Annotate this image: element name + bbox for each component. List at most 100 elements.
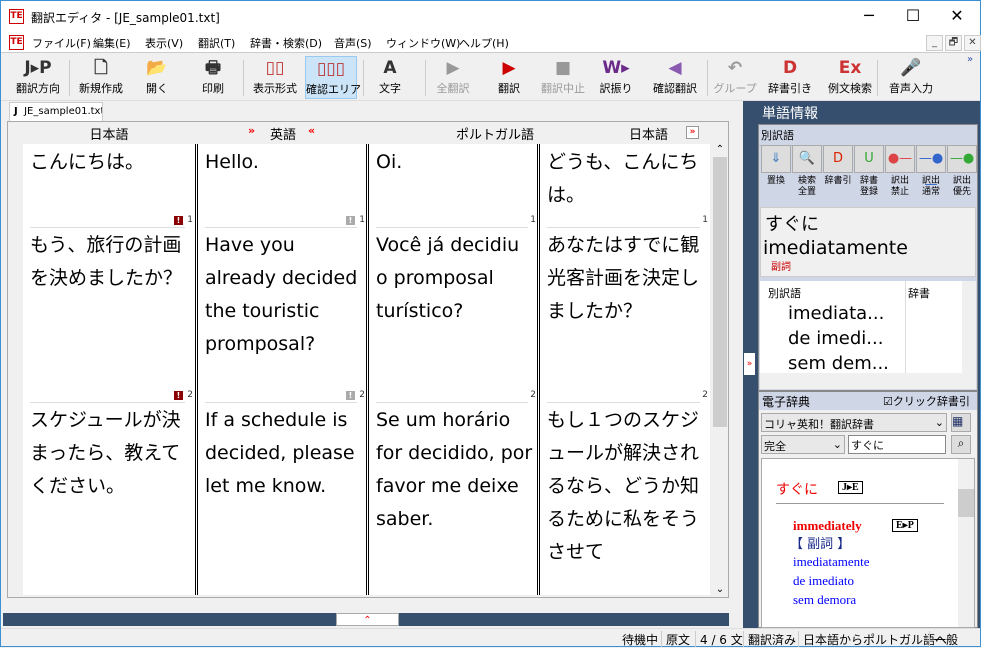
- direction-button[interactable]: J▸P 翻訳方向: [9, 56, 67, 99]
- translate-label: 翻訳: [498, 82, 520, 95]
- click-lookup-checkbox[interactable]: ☑クリック辞書引: [883, 393, 970, 409]
- mdi-restore-button[interactable]: 🗗: [945, 35, 962, 51]
- segment-cell[interactable]: If a schedule is decided, please let me …: [205, 404, 363, 503]
- example-search-button[interactable]: Ex 例文検索: [821, 56, 879, 99]
- voice-input-button[interactable]: 🎤 音声入力: [881, 56, 941, 99]
- translation-grid: 日本語 » 英語 « ポルトガル語 日本語 » こんにちは。 もう、旅行の計画を決…: [7, 121, 729, 598]
- dictionary-scrollbar[interactable]: [958, 459, 974, 627]
- warning-flag-icon[interactable]: !: [346, 391, 355, 400]
- print-icon: 🖶: [204, 58, 222, 78]
- open-button[interactable]: 📂 開く: [135, 56, 179, 99]
- segment-cell[interactable]: Você já decidiu o promposal turístico?: [376, 229, 534, 328]
- segment-cell[interactable]: もし１つのスケジュールが解決されるなら、どうか知るために私をそうさせて: [547, 404, 706, 569]
- stop-icon: ■: [554, 58, 572, 78]
- stop-label: 翻訳中止: [541, 82, 585, 95]
- alt-item[interactable]: de imedi...: [788, 328, 883, 349]
- segment-cell[interactable]: あなたはすでに観光客計画を決定しましたか？: [547, 229, 706, 328]
- menu-view[interactable]: 表示(V): [145, 35, 183, 51]
- new-button[interactable]: 🗋 新規作成: [73, 56, 129, 99]
- word-info-pane: 別訳語 ⇓ 置換 🔍 検索 全置 D 辞書引 U 辞書 登録 ●— 訳出 禁止 —●— 訳出 通常 —●…: [758, 124, 978, 391]
- alt-item[interactable]: imediata...: [788, 303, 884, 324]
- close-button[interactable]: ✕: [937, 5, 977, 29]
- column-divider[interactable]: [537, 144, 540, 595]
- word-dictionary-lookup-button[interactable]: D 辞書引: [823, 145, 853, 187]
- alt-vscroll[interactable]: [962, 281, 976, 373]
- font-button[interactable]: A 文字: [367, 56, 413, 99]
- menu-file[interactable]: ファイル(F): [32, 35, 91, 51]
- minimize-button[interactable]: ─: [849, 5, 889, 29]
- example-search-label: 例文検索: [828, 82, 872, 95]
- word-suppress-button[interactable]: ●— 訳出 禁止: [885, 145, 915, 198]
- expand-up-icon[interactable]: ⌃: [336, 613, 399, 626]
- view-format-button[interactable]: ▯▯ 表示形式: [249, 56, 301, 99]
- word-dictionary-register-button[interactable]: U 辞書 登録: [854, 145, 884, 198]
- furigana-icon: W▸: [602, 58, 630, 78]
- replace-icon: ⇓: [761, 145, 791, 173]
- binoculars-search-icon[interactable]: ⌕: [951, 435, 971, 454]
- group-label: グループ: [713, 82, 757, 95]
- alt-item[interactable]: sem dem...: [788, 353, 889, 373]
- column-header-portuguese: ポルトガル語: [455, 128, 534, 143]
- segment-cell[interactable]: こんにちは。: [30, 146, 191, 179]
- error-flag-icon[interactable]: !: [174, 216, 183, 225]
- match-mode-select[interactable]: 完全 ⌄: [761, 435, 845, 454]
- toolbar-overflow-button[interactable]: »: [967, 54, 973, 65]
- dictionary-select[interactable]: コリャ英和！翻訳辞書 ⌄: [761, 413, 947, 432]
- side-panel-splitter[interactable]: »: [743, 101, 756, 628]
- collapse-side-icon[interactable]: »: [744, 353, 755, 375]
- voice-input-icon: 🎤: [900, 58, 922, 78]
- document-tab[interactable]: J JE_sample01.txt: [9, 102, 103, 122]
- stop-button[interactable]: ■ 翻訳中止: [535, 56, 591, 99]
- dictionary-lookup-button[interactable]: D 辞書引き: [765, 56, 815, 99]
- mdi-close-button[interactable]: ✕: [964, 35, 981, 51]
- click-lookup-label: クリック辞書引: [892, 395, 970, 408]
- segment-cell[interactable]: もう、旅行の計画を決めましたか？: [30, 229, 191, 295]
- word-normal-button[interactable]: —●— 訳出 通常: [916, 145, 946, 198]
- menu-voice[interactable]: 音声(S): [334, 35, 372, 51]
- word-search-replace-all-label: 検索 全置: [797, 176, 816, 197]
- segment-number: 2: [187, 390, 193, 400]
- move-right-arrow-icon[interactable]: «: [308, 124, 315, 137]
- dictionary-result: すぐに J▸E immediately E▸P 【 副詞 】 imediatam…: [761, 458, 975, 628]
- translate-all-button[interactable]: ▶ 全翻訳: [431, 56, 475, 99]
- error-flag-icon[interactable]: !: [174, 391, 183, 400]
- dictionary-settings-icon[interactable]: ▦: [951, 413, 971, 432]
- confirm-area-button[interactable]: ▯▯▯ 確認エリア: [305, 56, 361, 99]
- menu-window[interactable]: ウィンドウ(W): [386, 35, 460, 51]
- menu-dictionary[interactable]: 辞書・検索(D): [250, 35, 322, 51]
- print-button[interactable]: 🖶 印刷: [187, 56, 239, 99]
- word-prefer-button[interactable]: —● 訳出 優先: [947, 145, 977, 198]
- segment-cell[interactable]: Hello.: [205, 146, 363, 179]
- new-icon: 🗋: [94, 58, 108, 78]
- word-suppress-label: 訳出 禁止: [890, 176, 909, 197]
- segment-cell[interactable]: どうも、こんにちは。: [547, 146, 706, 212]
- menu-translate[interactable]: 翻訳(T): [198, 35, 235, 51]
- word-replace-button[interactable]: ⇓ 置換: [761, 145, 791, 187]
- back-translate-button[interactable]: ◀ 確認翻訳: [647, 56, 703, 99]
- grid-scrollbar[interactable]: ⌃ ⌄: [712, 144, 728, 595]
- warning-flag-icon[interactable]: !: [346, 216, 355, 225]
- status-sentence-count: 4 / 6 文: [695, 631, 743, 647]
- segment-cell[interactable]: スケジュールが決まったら、教えてください。: [30, 404, 191, 503]
- maximize-button[interactable]: ☐: [893, 5, 933, 29]
- segment-cell[interactable]: Oi.: [376, 146, 534, 179]
- sub-headword[interactable]: immediately: [793, 518, 862, 534]
- menu-help[interactable]: ヘルプ(H): [459, 35, 509, 51]
- translate-button[interactable]: ▶ 翻訳: [489, 56, 529, 99]
- mdi-minimize-button[interactable]: _: [926, 35, 943, 51]
- alt-hscroll[interactable]: [760, 373, 976, 389]
- move-left-arrow-icon[interactable]: »: [248, 124, 255, 137]
- segment-cell[interactable]: Se um horário for decidido, por favor me…: [376, 404, 534, 536]
- furigana-button[interactable]: W▸ 訳振り: [597, 56, 635, 99]
- column-divider[interactable]: [366, 144, 369, 595]
- group-button[interactable]: ↶ グループ: [709, 56, 761, 99]
- segment-number: 2: [702, 390, 708, 400]
- column-divider[interactable]: [195, 144, 198, 595]
- dictionary-search-input[interactable]: すぐに: [848, 435, 946, 454]
- bottom-splitter[interactable]: ⌃: [3, 613, 729, 626]
- segment-number: 2: [530, 390, 536, 400]
- menu-edit[interactable]: 編集(E): [93, 35, 131, 51]
- segment-cell[interactable]: Have you already decided the touristic p…: [205, 229, 363, 361]
- word-search-replace-all-button[interactable]: 🔍 検索 全置: [792, 145, 822, 198]
- expand-column-button[interactable]: »: [686, 126, 699, 139]
